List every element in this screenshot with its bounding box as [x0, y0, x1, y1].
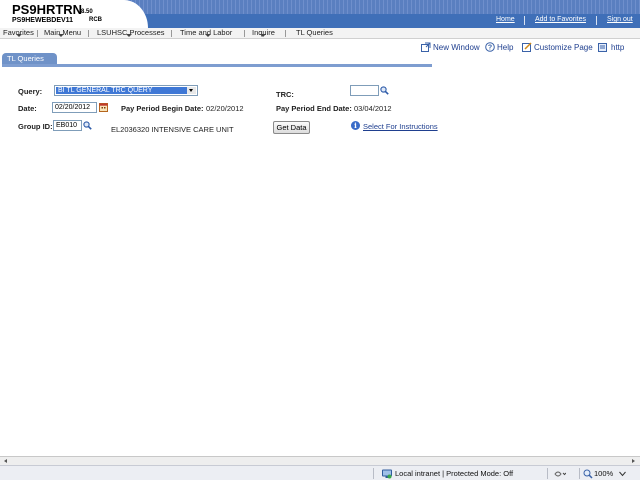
security-zone-text: Local intranet | Protected Mode: Off: [395, 469, 514, 478]
header-banner: [120, 0, 640, 14]
chevron-down-icon: [16, 34, 22, 37]
pay-period-end-value: 03/04/2012: [354, 104, 392, 113]
menu-separator: [285, 30, 286, 37]
sign-out-link[interactable]: Sign out: [607, 16, 633, 23]
info-icon: i: [351, 121, 360, 130]
add-to-favorites-link[interactable]: Add to Favorites: [535, 16, 586, 23]
protected-mode-icon[interactable]: [554, 469, 566, 479]
query-selected-value: BI TL GENERAL TRC QUERY: [56, 87, 187, 94]
help-link[interactable]: Help: [497, 43, 513, 52]
get-data-button[interactable]: Get Data: [273, 121, 310, 134]
browser-status-bar: Local intranet | Protected Mode: Off 100…: [0, 465, 640, 480]
menu-separator: [171, 30, 172, 37]
horizontal-scrollbar[interactable]: [0, 456, 640, 465]
select-for-instructions-link[interactable]: Select For Instructions: [363, 122, 438, 131]
group-description: EL2036320 INTENSIVE CARE UNIT: [111, 125, 234, 134]
status-divider: [579, 468, 580, 479]
app-version: 8.50: [81, 9, 93, 15]
chevron-down-icon[interactable]: [619, 471, 626, 477]
chevron-down-icon: [126, 34, 132, 37]
menu-separator: [88, 30, 89, 37]
chevron-down-icon: [205, 34, 211, 37]
local-intranet-icon: [382, 469, 392, 479]
menu-bar: Favorites Main Menu LSUHSC Processes Tim…: [0, 28, 640, 39]
trc-lookup-icon[interactable]: [380, 86, 389, 95]
status-divider: [373, 468, 374, 479]
query-label: Query:: [18, 87, 43, 96]
group-id-input[interactable]: EB010: [53, 120, 82, 131]
svg-text:?: ?: [488, 45, 492, 52]
zoom-icon[interactable]: [583, 469, 593, 479]
dropdown-arrow-icon[interactable]: [187, 87, 196, 94]
chevron-down-icon: [58, 34, 64, 37]
home-link[interactable]: Home: [496, 16, 515, 23]
header-separator: [524, 16, 525, 25]
status-divider: [547, 468, 548, 479]
http-link-icon[interactable]: [598, 42, 608, 52]
date-input[interactable]: 02/20/2012: [52, 102, 97, 113]
pay-period-begin-label: Pay Period Begin Date:: [121, 104, 204, 113]
app-name: PS9HRTRN: [12, 2, 83, 17]
scroll-left-icon[interactable]: [2, 458, 10, 465]
menu-separator: [244, 30, 245, 37]
pay-period-begin-value: 02/20/2012: [206, 104, 244, 113]
header-separator: [596, 16, 597, 25]
trc-label: TRC:: [276, 90, 294, 99]
scroll-right-icon[interactable]: [629, 458, 637, 465]
help-icon[interactable]: ?: [485, 42, 495, 52]
query-select[interactable]: BI TL GENERAL TRC QUERY: [54, 85, 198, 96]
portal-header: PS9HRTRN 8.50 PS9HEWEBDEV11 RCB Home Add…: [0, 0, 640, 28]
group-id-label: Group ID:: [18, 122, 53, 131]
group-id-lookup-icon[interactable]: [83, 121, 92, 130]
menu-separator: [37, 30, 38, 37]
new-window-icon[interactable]: [421, 42, 431, 52]
new-window-link[interactable]: New Window: [433, 43, 480, 52]
trc-input[interactable]: [350, 85, 379, 96]
database-name: PS9HEWEBDEV11: [12, 17, 74, 24]
customize-page-icon[interactable]: [522, 42, 532, 52]
date-label: Date:: [18, 104, 37, 113]
tab-underline: [2, 64, 432, 67]
http-link[interactable]: http: [611, 43, 624, 52]
customize-page-link[interactable]: Customize Page: [534, 43, 593, 52]
menu-tl-queries[interactable]: TL Queries: [296, 28, 333, 38]
pay-period-end-label: Pay Period End Date:: [276, 104, 352, 113]
zoom-level[interactable]: 100%: [594, 469, 613, 478]
chevron-down-icon: [260, 34, 266, 37]
user-id: RCB: [89, 17, 102, 23]
calendar-icon[interactable]: [99, 103, 108, 112]
